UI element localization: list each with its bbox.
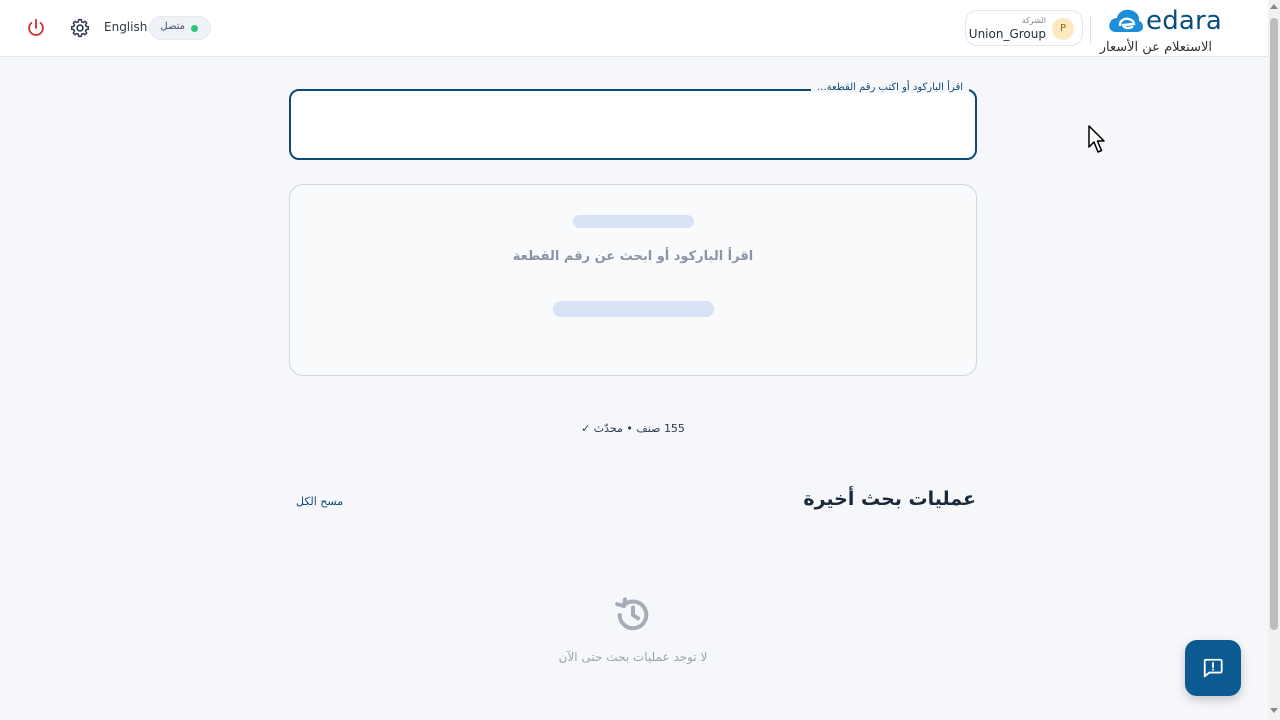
barcode-search-field[interactable]: اقرأ الباركود أو اكتب رقم القطعة...	[289, 82, 977, 160]
result-hint: اقرأ الباركود أو ابحث عن رقم القطعة	[512, 249, 754, 264]
recent-searches-title: عمليات بحث أخيرة	[803, 488, 976, 510]
barcode-search-input[interactable]	[301, 107, 961, 143]
vertical-scrollbar[interactable]	[1268, 0, 1280, 720]
company-name: Union_Group	[968, 27, 1046, 41]
history-icon	[615, 597, 649, 631]
skeleton-line	[553, 301, 714, 317]
top-header: edara الاستعلام عن الأسعار P الشركة Unio…	[0, 0, 1268, 57]
status-dot-icon	[191, 25, 198, 32]
empty-history-text: لا توجد عمليات بحث حتى الآن	[558, 650, 708, 664]
skeleton-line	[573, 215, 694, 228]
connection-status-badge: متصل	[149, 16, 211, 40]
company-selector[interactable]: P الشركة Union_Group	[965, 10, 1083, 46]
catalog-summary: 155 صنف • محدّث ✓	[581, 422, 685, 435]
scroll-up-arrow-icon[interactable]	[1270, 4, 1278, 9]
result-placeholder-card: اقرأ الباركود أو ابحث عن رقم القطعة	[289, 184, 977, 376]
scroll-down-arrow-icon[interactable]	[1270, 708, 1278, 713]
company-label: الشركة	[1021, 16, 1046, 25]
cloud-logo-icon	[1109, 9, 1143, 32]
chat-icon	[1203, 658, 1223, 678]
scrollbar-thumb[interactable]	[1270, 18, 1278, 630]
mouse-cursor-icon	[1088, 125, 1105, 153]
gear-icon[interactable]	[70, 18, 90, 38]
logo-wordmark: edara	[1146, 6, 1223, 36]
app-title: الاستعلام عن الأسعار	[1099, 40, 1212, 55]
header-divider	[1090, 16, 1091, 44]
chat-button[interactable]	[1185, 640, 1241, 696]
clear-all-link[interactable]: مسح الكل	[296, 495, 343, 508]
status-text: متصل	[160, 21, 185, 32]
search-label: اقرأ الباركود أو اكتب رقم القطعة...	[811, 82, 969, 93]
company-avatar: P	[1052, 18, 1074, 40]
brand-logo: edara الاستعلام عن الأسعار	[1090, 6, 1250, 55]
power-icon[interactable]	[25, 17, 47, 39]
language-toggle-button[interactable]: English	[104, 20, 147, 34]
